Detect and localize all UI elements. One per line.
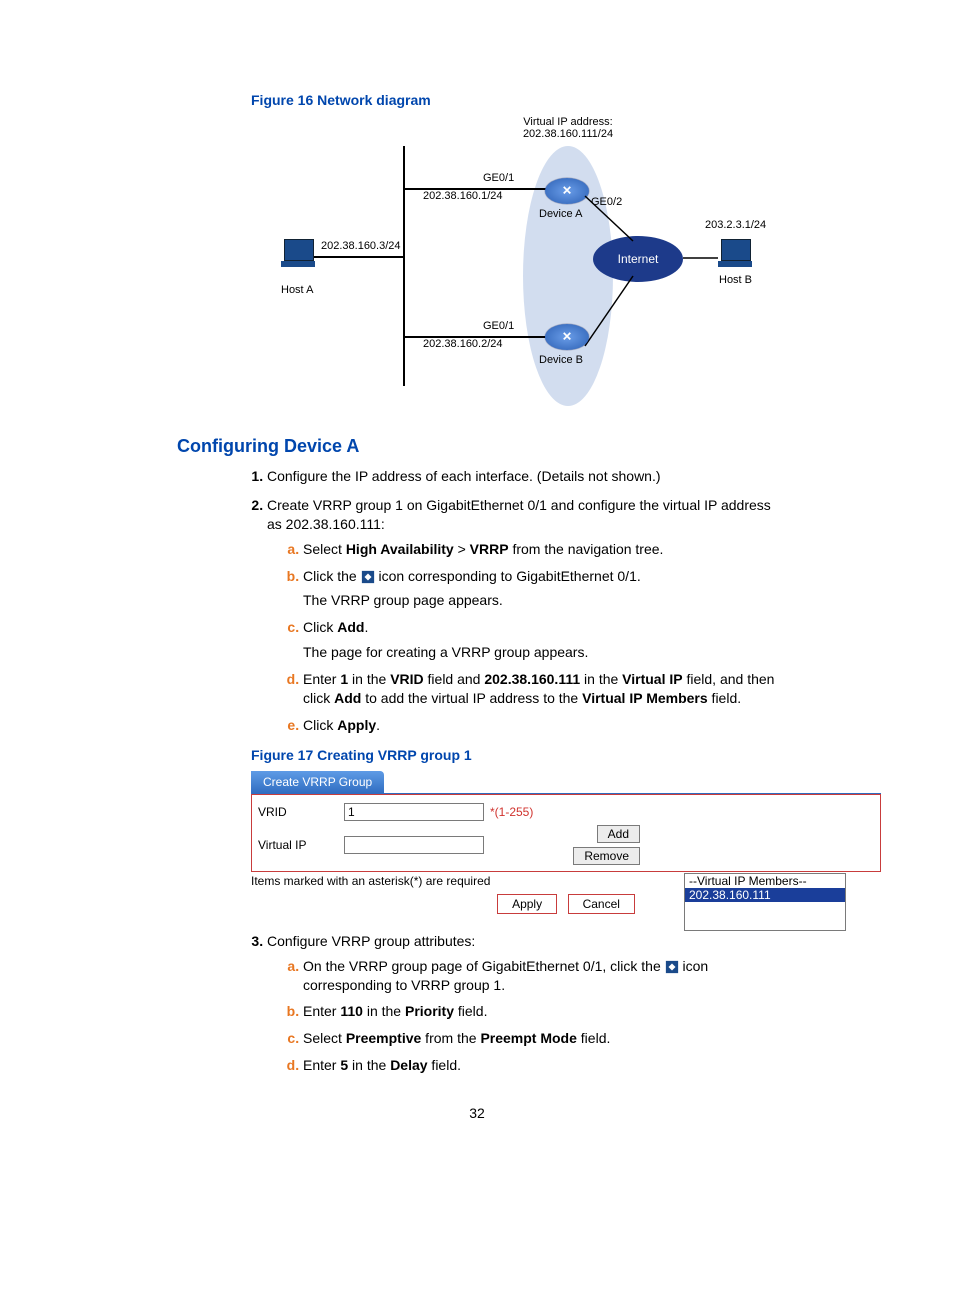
step-3: Configure VRRP group attributes: On the … xyxy=(267,932,777,1075)
config-icon xyxy=(665,960,679,974)
network-diagram: Virtual IP address: 202.38.160.111/24 GE… xyxy=(273,116,783,406)
config-icon xyxy=(361,570,375,584)
step-2: Create VRRP group 1 on GigabitEthernet 0… xyxy=(267,496,777,735)
figure17-caption: Figure 17 Creating VRRP group 1 xyxy=(251,747,777,763)
step-2e: Click Apply. xyxy=(303,716,777,735)
section-heading: Configuring Device A xyxy=(177,436,777,457)
step-2d: Enter 1 in the VRID field and 202.38.160… xyxy=(303,670,777,708)
ge01-b-label: GE0/1 xyxy=(483,320,514,332)
virtual-ip-label: Virtual IP xyxy=(258,838,338,852)
step-3c: Select Preemptive from the Preempt Mode … xyxy=(303,1029,777,1048)
remove-button[interactable]: Remove xyxy=(573,847,640,865)
cancel-button[interactable]: Cancel xyxy=(568,894,635,914)
step-2a: Select High Availability > VRRP from the… xyxy=(303,540,777,559)
device-b-label: Device B xyxy=(539,354,583,366)
host-b-icon xyxy=(718,239,752,267)
step-2c: Click Add. The page for creating a VRRP … xyxy=(303,618,777,662)
figure17-screenshot: Create VRRP Group VRID *(1-255) Virtual … xyxy=(251,771,881,914)
ip-ge01-b: 202.38.160.2/24 xyxy=(423,338,503,350)
virtual-ip-members-list[interactable]: --Virtual IP Members-- 202.38.160.111 xyxy=(684,873,846,931)
step-2b: Click the icon corresponding to GigabitE… xyxy=(303,567,777,611)
step-3d: Enter 5 in the Delay field. xyxy=(303,1056,777,1075)
vrid-label: VRID xyxy=(258,805,338,819)
step-3b: Enter 110 in the Priority field. xyxy=(303,1002,777,1021)
step-3a: On the VRRP group page of GigabitEtherne… xyxy=(303,957,777,995)
member-item-selected[interactable]: 202.38.160.111 xyxy=(685,888,845,902)
virtual-ip-input[interactable] xyxy=(344,836,484,854)
vrid-input[interactable] xyxy=(344,803,484,821)
create-vrrp-tab[interactable]: Create VRRP Group xyxy=(251,771,384,794)
figure16-caption: Figure 16 Network diagram xyxy=(251,92,777,108)
page-number: 32 xyxy=(177,1105,777,1121)
host-b-label: Host B xyxy=(719,274,752,286)
step-1: Configure the IP address of each interfa… xyxy=(267,467,777,486)
router-device-b xyxy=(545,324,589,350)
apply-button[interactable]: Apply xyxy=(497,894,557,914)
vrid-hint: *(1-255) xyxy=(490,805,533,819)
add-button[interactable]: Add xyxy=(597,825,640,843)
hostb-ip: 203.2.3.1/24 xyxy=(705,219,766,231)
